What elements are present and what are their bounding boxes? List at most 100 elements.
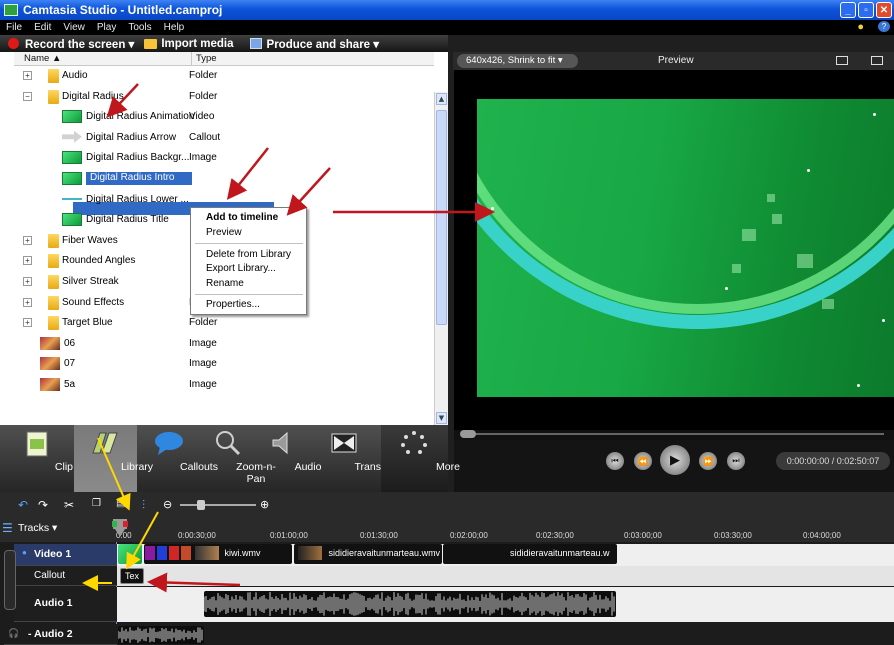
cut-icon[interactable]: ✂ (64, 498, 74, 512)
callout-lane[interactable] (117, 566, 894, 586)
audio-2-lane[interactable] (117, 624, 894, 645)
help-icon[interactable]: ? (878, 21, 890, 32)
tab-audio[interactable]: Audio (256, 425, 321, 492)
preview-size-dropdown[interactable]: 640x426, Shrink to fit ▾ (457, 54, 578, 68)
library-row-name: Digital Radius (62, 90, 124, 102)
clip-text-callout[interactable]: Tex (120, 568, 144, 584)
lightbulb-icon[interactable]: ● (851, 21, 870, 33)
fit-view-icon[interactable] (836, 56, 848, 65)
transitions-icon (331, 433, 357, 453)
tab-callouts[interactable]: Callouts (139, 425, 218, 492)
library-row[interactable]: Digital Radius Animation Video (14, 107, 434, 127)
expand-icon[interactable]: + (23, 297, 32, 307)
detach-preview-icon[interactable] (871, 56, 883, 65)
import-media-button[interactable]: Import media (144, 38, 234, 50)
menu-export-library[interactable]: Export Library... (206, 263, 276, 274)
library-row[interactable]: Digital Radius Arrow Callout (14, 128, 434, 148)
minimize-button[interactable]: _ (840, 2, 856, 18)
playhead-handle[interactable] (112, 519, 128, 539)
expand-icon[interactable]: + (23, 256, 32, 266)
audio-1-waveform[interactable] (204, 591, 616, 617)
clip-sid-2[interactable]: sididieravaitunmarteau.w (443, 544, 617, 564)
deco-square (742, 229, 756, 241)
scroll-up-arrow[interactable]: ▲ (436, 93, 447, 105)
track-video-1[interactable]: ● Video 1 (14, 544, 117, 566)
library-row[interactable]: + Target Blue Folder (14, 313, 434, 333)
expand-icon[interactable]: + (23, 277, 32, 286)
expand-icon[interactable]: + (23, 235, 32, 245)
menu-file[interactable]: File (0, 22, 28, 33)
split-icon[interactable]: ⫶ (142, 498, 145, 513)
undo-icon[interactable]: ↶ (18, 498, 28, 512)
preview-canvas[interactable] (454, 70, 894, 430)
play-icon[interactable]: ▶ (660, 445, 690, 475)
photo-thumbnail-icon (40, 357, 60, 371)
library-row[interactable]: 5a Image (14, 375, 434, 395)
produce-share-button[interactable]: Produce and share ▾ (249, 37, 379, 51)
library-row[interactable]: 07 Image (14, 354, 434, 374)
copy-icon[interactable]: ❐ (92, 498, 101, 509)
tracks-menu[interactable]: Tracks ▾ (18, 522, 57, 534)
maximize-button[interactable]: ▫ (858, 2, 874, 18)
import-folder-icon (144, 38, 158, 49)
redo-icon[interactable]: ↷ (38, 498, 48, 512)
menu-add-to-timeline[interactable]: Add to timeline (206, 212, 278, 223)
clip-sid-1[interactable]: sididieravaitunmarteau.wmv (294, 544, 442, 564)
menu-delete-from-library[interactable]: Delete from Library (206, 249, 291, 260)
clip-kiwi-label: kiwi.wmv (224, 548, 261, 558)
ruler-label: 0:01:00;00 (270, 531, 308, 540)
tab-more[interactable]: More (381, 425, 460, 492)
scroll-thumb[interactable] (436, 110, 447, 325)
zoom-out-icon[interactable]: ⊖ (163, 498, 172, 511)
library-row[interactable]: Digital Radius Intro (14, 169, 434, 189)
menu-play[interactable]: Play (91, 22, 122, 33)
tab-transitions[interactable]: Transitions (308, 425, 405, 492)
library-row-name: 06 (64, 337, 76, 349)
audio-2-waveform[interactable] (118, 626, 204, 644)
track-callout[interactable]: Callout (14, 566, 117, 586)
record-icon (8, 38, 19, 49)
menu-preview[interactable]: Preview (206, 227, 242, 238)
track-audio-1[interactable]: Audio 1 (14, 587, 117, 622)
timeline-ruler[interactable]: ☰ Tracks ▾ 0:00 0:00:30;00 0:01:00;00 0:… (0, 518, 894, 542)
scroll-down-arrow[interactable]: ▼ (436, 412, 447, 424)
tab-zoom-n-pan[interactable]: Zoom-n-Pan (200, 425, 276, 492)
menu-help[interactable]: Help (158, 22, 191, 33)
record-screen-button[interactable]: Record the screen ▾ (8, 37, 134, 51)
name-column-header[interactable]: Name ▲ (24, 53, 61, 64)
fast-forward-icon[interactable]: ⏩ (699, 452, 717, 470)
preview-scrubber[interactable] (454, 430, 894, 440)
type-column-header[interactable]: Type (191, 52, 434, 66)
clip-kiwi[interactable]: kiwi.wmv (144, 544, 292, 564)
preview-title: Preview (658, 55, 694, 66)
expand-icon[interactable]: + (23, 318, 32, 328)
rewind-icon[interactable]: ⏪ (634, 452, 652, 470)
track-audio-2[interactable]: 🎧 - Audio 2 (4, 624, 117, 645)
close-button[interactable]: ✕ (876, 2, 892, 18)
library-row[interactable]: + Audio Folder (14, 66, 434, 86)
clip-digital-radius-intro[interactable] (118, 544, 142, 564)
jump-to-end-icon[interactable]: ⏭ (727, 452, 745, 470)
library-scrollbar[interactable]: ▲ ▼ (434, 92, 448, 425)
menu-view[interactable]: View (57, 22, 91, 33)
library-row[interactable]: − Digital Radius Folder (14, 87, 434, 107)
collapse-icon[interactable]: − (23, 91, 32, 101)
scrubber-handle[interactable] (460, 430, 476, 438)
menu-rename[interactable]: Rename (206, 278, 244, 289)
library-row[interactable]: Digital Radius Backgr... Image (14, 148, 434, 168)
tab-clip-bin[interactable]: Clip Bin (0, 425, 91, 492)
paste-icon[interactable]: ▤ (116, 498, 125, 509)
library-row[interactable]: 06 Image (14, 334, 434, 354)
library-row-name: 07 (64, 358, 76, 370)
track-group-lock[interactable] (4, 550, 16, 610)
menu-edit[interactable]: Edit (28, 22, 57, 33)
library-row-type: Callout (189, 131, 221, 143)
menu-properties[interactable]: Properties... (206, 299, 260, 310)
zoom-in-icon[interactable]: ⊕ (260, 498, 269, 511)
zoom-slider[interactable] (180, 504, 256, 506)
expand-icon[interactable]: + (23, 71, 32, 80)
jump-to-start-icon[interactable]: ⏮ (606, 452, 624, 470)
tab-library[interactable]: Library (74, 425, 153, 492)
menu-tools[interactable]: Tools (122, 22, 157, 33)
zoom-slider-handle[interactable] (197, 500, 205, 510)
